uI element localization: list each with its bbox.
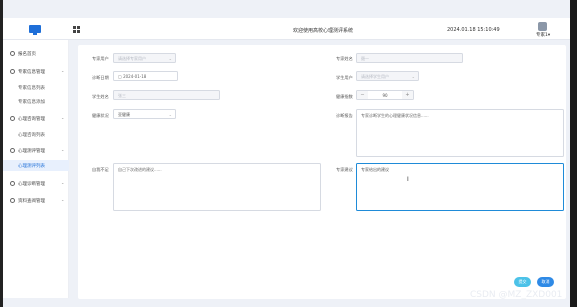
chevron-down-icon: ⌄ xyxy=(168,112,172,117)
user-icon xyxy=(10,69,15,74)
test-icon xyxy=(10,148,15,153)
student-user-select[interactable]: 请选择学生用户 ⌄ xyxy=(356,71,419,81)
menu-grid-icon[interactable] xyxy=(73,26,80,33)
eval-date-value: 2024-01-18 xyxy=(123,74,147,79)
monitor-logo-icon xyxy=(29,25,41,35)
student-name-label: 学生姓名 xyxy=(92,94,109,99)
sidebar-item-label: 心理测评列表 xyxy=(18,164,45,169)
chevron-down-icon: ⌄ xyxy=(61,68,65,73)
app-title: 欢迎使用高校心理测评系统 xyxy=(293,28,354,34)
eval-date-picker[interactable]: ▢ 2024-01-18 xyxy=(113,71,178,81)
sidebar-group-materials[interactable]: 资料查阅管理 ⌄ xyxy=(3,195,69,206)
sidebar-item-label: 心理测评管理 xyxy=(18,149,45,154)
sidebar-item-home[interactable]: 报名首页 xyxy=(3,48,69,59)
sidebar-item-label: 心理咨询管理 xyxy=(18,117,45,122)
screen-edge-right xyxy=(570,0,577,307)
username-label: 专家1 xyxy=(536,33,548,38)
expert-name-field[interactable]: 聂一 xyxy=(356,53,463,63)
expert-user-label: 专家用户 xyxy=(92,56,109,61)
eval-report-value: 专家诊断学生的心理健康状况信息...... xyxy=(361,113,429,118)
student-user-placeholder: 请选择学生用户 xyxy=(361,74,389,79)
sidebar-group-consult[interactable]: 心理咨询管理 ⌄ xyxy=(3,113,69,124)
eval-date-label: 诊断日期 xyxy=(92,75,109,80)
chevron-down-icon: ▾ xyxy=(547,33,551,38)
sidebar-item-expert-list[interactable]: 专家信息列表 xyxy=(3,82,69,93)
chevron-down-icon: ⌄ xyxy=(61,197,65,202)
increment-button[interactable]: + xyxy=(402,91,413,99)
sidebar-item-expert-add[interactable]: 专家信息添加 xyxy=(3,96,69,107)
avatar[interactable] xyxy=(538,22,547,31)
expert-user-select[interactable]: 请选择专家用户 ⌄ xyxy=(113,53,176,63)
top-header: 欢迎使用高校心理测评系统 2024.01.18 15:10:49 专家1▾ xyxy=(3,18,570,40)
sidebar-item-label: 报名首页 xyxy=(18,52,36,57)
sidebar-group-evaluation[interactable]: 心理测评管理 ⌄ xyxy=(3,145,69,156)
health-status-label: 健康状况 xyxy=(92,113,109,118)
submit-button[interactable]: 提交 xyxy=(514,277,531,287)
evaluation-form-card: 专家用户 请选择专家用户 ⌄ 专家姓名 聂一 诊断日期 ▢ 2024-01-18… xyxy=(78,45,566,299)
watermark: CSDN @MZ_ZXD001 xyxy=(470,290,563,300)
sidebar-item-label: 心理诊断管理 xyxy=(18,182,45,187)
chevron-down-icon: ⌄ xyxy=(61,180,65,185)
sidebar-item-evaluation-list[interactable]: 心理测评列表 xyxy=(3,160,69,171)
app-window: 欢迎使用高校心理测评系统 2024.01.18 15:10:49 专家1▾ 报名… xyxy=(0,0,577,307)
chat-icon xyxy=(10,116,15,121)
diagnose-icon xyxy=(10,181,15,186)
cancel-button[interactable]: 取消 xyxy=(537,277,554,287)
expert-user-placeholder: 请选择专家用户 xyxy=(118,56,146,61)
health-status-select[interactable]: 亚健康 ⌄ xyxy=(113,109,176,119)
eval-report-textarea[interactable]: 专家诊断学生的心理健康状况信息...... xyxy=(356,109,564,157)
sidebar-group-diagnosis[interactable]: 心理诊断管理 ⌄ xyxy=(3,178,69,189)
expert-name-value: 聂一 xyxy=(361,56,369,61)
chevron-down-icon: ⌄ xyxy=(61,115,65,120)
text-cursor-icon: I xyxy=(407,176,409,183)
sidebar-group-expert-info[interactable]: 专家信息管理 ⌄ xyxy=(3,66,69,77)
chevron-down-icon: ⌄ xyxy=(411,74,415,79)
expert-name-label: 专家姓名 xyxy=(336,56,353,61)
dashboard-icon xyxy=(10,51,15,56)
eval-report-label: 诊断报告 xyxy=(336,113,353,118)
expert-advice-value: 专家给出的建议 xyxy=(361,167,389,172)
sidebar-item-consult-list[interactable]: 心理咨询列表 xyxy=(3,129,69,140)
student-user-label: 学生用户 xyxy=(336,75,353,80)
self-shortcoming-label: 自我不足 xyxy=(92,167,109,172)
chevron-down-icon: ⌄ xyxy=(61,147,65,152)
student-name-value: 张三 xyxy=(118,93,126,98)
student-name-field[interactable]: 张三 xyxy=(113,90,220,100)
user-menu[interactable]: 专家1▾ xyxy=(536,32,550,38)
health-score-stepper[interactable]: − 90 + xyxy=(356,90,414,100)
health-score-value: 90 xyxy=(382,93,388,98)
expert-advice-label: 专家建议 xyxy=(336,167,353,172)
current-datetime: 2024.01.18 15:10:49 xyxy=(447,27,500,33)
expert-advice-textarea[interactable]: 专家给出的建议 xyxy=(356,163,564,211)
sidebar: 报名首页 专家信息管理 ⌄ 专家信息列表 专家信息添加 心理咨询管理 ⌄ 心理咨… xyxy=(3,40,69,298)
health-score-label: 健康指数 xyxy=(336,94,353,99)
book-icon xyxy=(10,198,15,203)
chevron-down-icon: ⌄ xyxy=(168,56,172,61)
health-status-value: 亚健康 xyxy=(118,112,130,117)
main-content: 专家用户 请选择专家用户 ⌄ 专家姓名 聂一 诊断日期 ▢ 2024-01-18… xyxy=(70,40,570,299)
self-shortcoming-textarea[interactable]: 自己下次改进的建议...... xyxy=(113,163,321,211)
sidebar-item-label: 心理咨询列表 xyxy=(18,133,45,138)
sidebar-item-label: 专家信息添加 xyxy=(18,100,45,105)
sidebar-item-label: 专家信息管理 xyxy=(18,70,45,75)
sidebar-item-label: 专家信息列表 xyxy=(18,86,45,91)
self-shortcoming-value: 自己下次改进的建议...... xyxy=(118,167,162,172)
decrement-button[interactable]: − xyxy=(357,91,368,99)
sidebar-item-label: 资料查阅管理 xyxy=(18,199,45,204)
